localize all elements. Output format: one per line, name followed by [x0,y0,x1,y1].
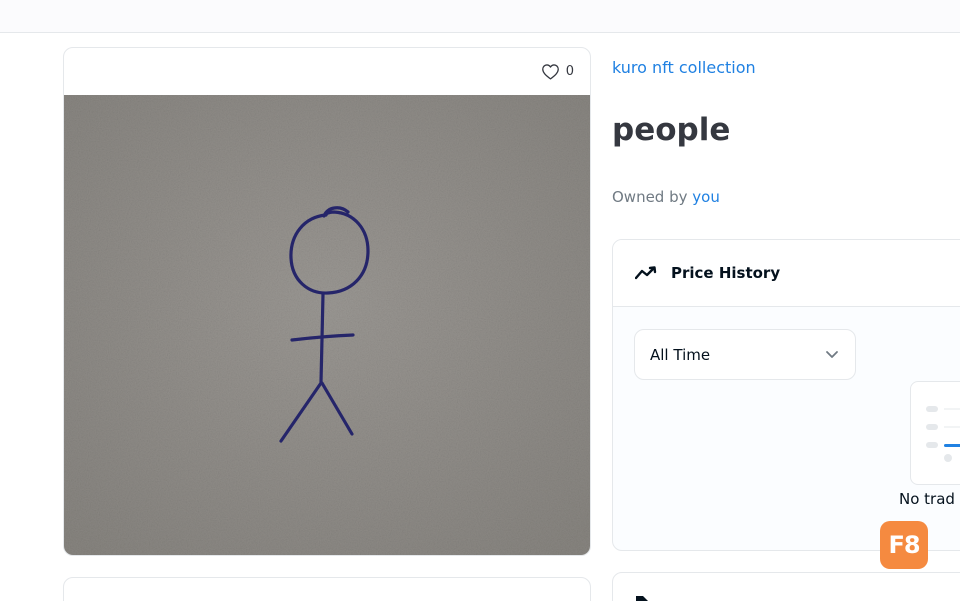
favorite-count: 0 [565,64,574,79]
time-filter-value: All Time [650,345,711,364]
collection-link[interactable]: kuro nft collection [612,58,756,77]
no-trading-data-text: No trad [899,490,955,508]
chevron-down-icon [825,350,839,359]
owner-line: Owned by you [612,188,720,206]
price-history-title: Price History [671,264,781,282]
empty-chart-illustration [910,381,960,485]
listings-panel[interactable] [612,572,960,601]
nft-image[interactable] [64,95,590,555]
top-navbar [0,0,960,33]
tag-icon [635,595,651,601]
item-title: people [612,112,731,148]
item-card-header: 0 [64,48,590,95]
item-details-card [63,577,591,601]
item-image-card: 0 [63,47,591,556]
owner-link[interactable]: you [692,188,720,206]
f8-app-badge[interactable]: F8 [880,521,928,569]
time-filter-select[interactable]: All Time [634,329,856,380]
trending-line-icon [635,266,659,280]
price-history-header[interactable]: Price History [613,240,960,307]
heart-icon[interactable] [541,63,560,80]
price-history-panel: Price History All Time No trad [612,239,960,551]
owned-by-label: Owned by [612,188,688,206]
